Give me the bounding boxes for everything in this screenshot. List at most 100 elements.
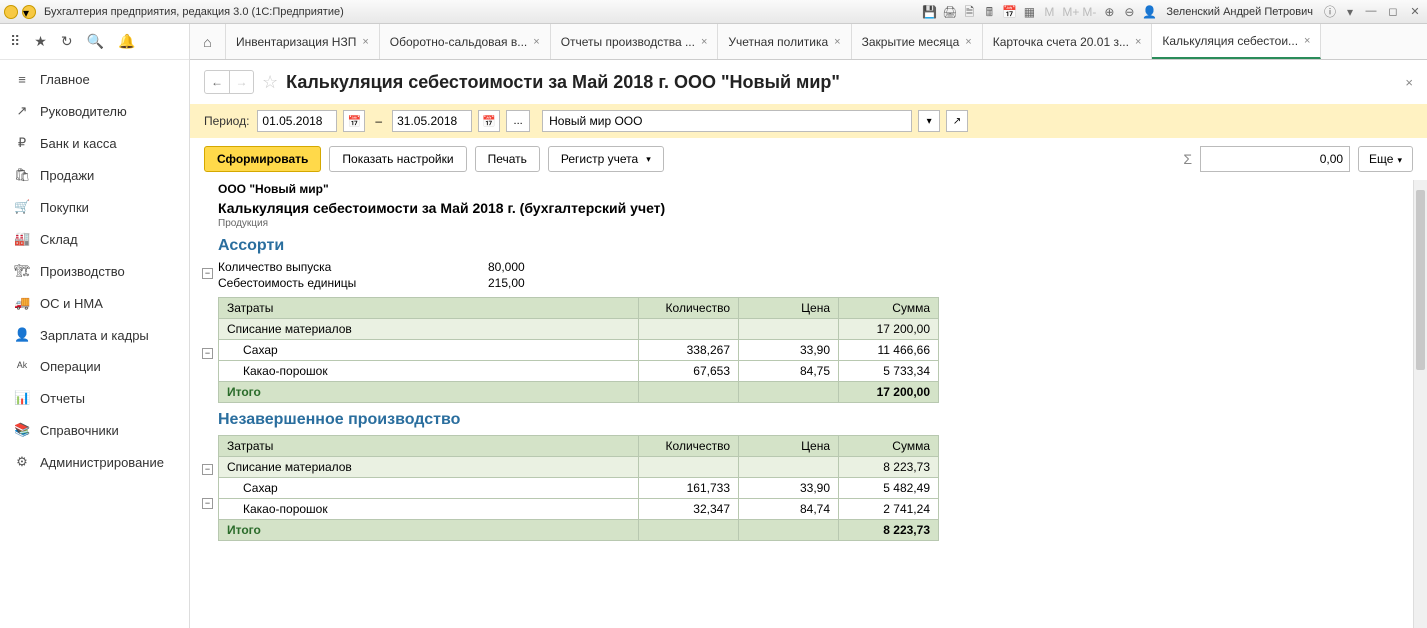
kv-value: 215,00 xyxy=(488,276,568,290)
grid-icon[interactable]: ▦ xyxy=(1022,5,1036,19)
period-picker-button[interactable]: ... xyxy=(506,110,530,132)
table-total-row: Итого8 223,73 xyxy=(219,520,939,541)
nav-icon: 🛒 xyxy=(14,199,30,215)
scroll-thumb[interactable] xyxy=(1416,190,1425,370)
scrollbar-vertical[interactable] xyxy=(1413,180,1427,628)
nav-label: ОС и НМА xyxy=(40,296,103,311)
history-icon[interactable]: ↻ xyxy=(61,33,73,50)
dropdown-icon[interactable]: ▾ xyxy=(22,5,36,19)
user-name[interactable]: Зеленский Андрей Петрович xyxy=(1166,6,1313,18)
print-icon[interactable]: 🖨 xyxy=(942,5,956,19)
window-titlebar: ▾ Бухгалтерия предприятия, редакция 3.0 … xyxy=(0,0,1427,24)
star-icon[interactable]: ★ xyxy=(34,33,47,50)
back-button[interactable]: ← xyxy=(205,71,229,93)
close-button[interactable]: ✕ xyxy=(1407,5,1423,19)
m-minus-icon[interactable]: M- xyxy=(1082,5,1096,19)
tree-toggle[interactable]: − xyxy=(202,348,213,359)
tab-6[interactable]: Калькуляция себестои... × xyxy=(1152,24,1321,59)
cost-table: ЗатратыКоличествоЦенаСумма Списание мате… xyxy=(218,297,939,403)
tab-close-icon[interactable]: × xyxy=(834,36,840,48)
home-tab[interactable]: ⌂ xyxy=(190,24,226,59)
tab-3[interactable]: Учетная политика× xyxy=(718,24,851,59)
nav-arrows: ← → xyxy=(204,70,254,94)
favorite-icon[interactable]: ☆ xyxy=(262,72,278,93)
tree-toggle[interactable]: − xyxy=(202,268,213,279)
nav-item-5[interactable]: 🏭Склад xyxy=(0,223,189,255)
tab-close-icon[interactable]: × xyxy=(701,36,707,48)
nav-item-9[interactable]: ᴬᵏОперации xyxy=(0,351,189,382)
tree-toggle[interactable]: − xyxy=(202,498,213,509)
table-group-row[interactable]: Списание материалов8 223,73 xyxy=(219,457,939,478)
dash: – xyxy=(375,114,382,128)
table-row[interactable]: Сахар161,73333,905 482,49 xyxy=(219,478,939,499)
nav-item-6[interactable]: 🏗Производство xyxy=(0,255,189,287)
nav-label: Справочники xyxy=(40,423,119,438)
nav-item-8[interactable]: 👤Зарплата и кадры xyxy=(0,319,189,351)
save-icon[interactable]: 💾 xyxy=(922,5,936,19)
tab-2[interactable]: Отчеты производства ...× xyxy=(551,24,719,59)
tab-5[interactable]: Карточка счета 20.01 з...× xyxy=(983,24,1153,59)
apps-icon[interactable]: ⠿ xyxy=(10,33,20,50)
search-icon[interactable]: 🔍 xyxy=(87,33,104,50)
minimize-button[interactable]: — xyxy=(1363,5,1379,19)
table-row[interactable]: Какао-порошок67,65384,755 733,34 xyxy=(219,361,939,382)
org-open-button[interactable]: ↗ xyxy=(946,110,968,132)
calendar-to-button[interactable]: 📅 xyxy=(478,110,500,132)
doc-close-button[interactable]: × xyxy=(1405,75,1413,90)
register-button[interactable]: Регистр учета xyxy=(548,146,664,172)
more-button[interactable]: Еще xyxy=(1358,146,1413,172)
date-to-input[interactable] xyxy=(392,110,472,132)
org-dropdown-button[interactable]: ▾ xyxy=(918,110,940,132)
tab-4[interactable]: Закрытие месяца× xyxy=(852,24,983,59)
date-from-input[interactable] xyxy=(257,110,337,132)
tab-label: Калькуляция себестои... xyxy=(1162,34,1298,48)
table-group-row[interactable]: Списание материалов17 200,00 xyxy=(219,319,939,340)
form-button[interactable]: Сформировать xyxy=(204,146,321,172)
bell-icon[interactable]: 🔔 xyxy=(118,33,135,50)
show-settings-button[interactable]: Показать настройки xyxy=(329,146,466,172)
print-button[interactable]: Печать xyxy=(475,146,540,172)
org-input[interactable] xyxy=(542,110,912,132)
m-icon[interactable]: M xyxy=(1042,5,1056,19)
tab-close-icon[interactable]: × xyxy=(533,36,539,48)
tab-close-icon[interactable]: × xyxy=(965,36,971,48)
calendar-icon[interactable]: 📅 xyxy=(1002,5,1016,19)
nav-item-0[interactable]: ≡Главное xyxy=(0,64,189,95)
nav-item-12[interactable]: ⚙Администрирование xyxy=(0,446,189,478)
nav-item-3[interactable]: 🛍Продажи xyxy=(0,159,189,191)
tab-close-icon[interactable]: × xyxy=(1304,35,1310,47)
kv-label: Количество выпуска xyxy=(218,260,488,274)
nav-icon: 📚 xyxy=(14,422,30,438)
nav-item-4[interactable]: 🛒Покупки xyxy=(0,191,189,223)
tree-toggle[interactable]: − xyxy=(202,464,213,475)
nav-item-11[interactable]: 📚 Справочники xyxy=(0,414,189,446)
dropdown-small-icon[interactable]: ▾ xyxy=(1343,5,1357,19)
calc-icon[interactable]: 🖩 xyxy=(982,5,996,19)
nav-item-2[interactable]: ₽Банк и касса xyxy=(0,127,189,159)
m-plus-icon[interactable]: M+ xyxy=(1062,5,1076,19)
tab-1[interactable]: Оборотно-сальдовая в...× xyxy=(380,24,551,59)
sum-input[interactable] xyxy=(1200,146,1350,172)
compare-icon[interactable]: 🗎 xyxy=(962,5,976,19)
nav-icon: 📊 xyxy=(14,390,30,406)
nav-item-1[interactable]: ↗Руководителю xyxy=(0,95,189,127)
info-icon[interactable]: ⓘ xyxy=(1323,5,1337,19)
tab-close-icon[interactable]: × xyxy=(362,36,368,48)
tab-0[interactable]: Инвентаризация НЗП× xyxy=(226,24,380,59)
table-row[interactable]: Какао-порошок32,34784,742 741,24 xyxy=(219,499,939,520)
nav-item-10[interactable]: 📊Отчеты xyxy=(0,382,189,414)
nav-list: ≡Главное↗Руководителю₽Банк и касса🛍Прода… xyxy=(0,60,189,482)
th-price: Цена xyxy=(739,298,839,319)
tab-close-icon[interactable]: × xyxy=(1135,36,1141,48)
zoom-in-icon[interactable]: ⊕ xyxy=(1102,5,1116,19)
calendar-from-button[interactable]: 📅 xyxy=(343,110,365,132)
sidebar-tools: ⠿ ★ ↻ 🔍 🔔 xyxy=(0,24,189,60)
forward-button[interactable]: → xyxy=(229,71,253,93)
zoom-out-icon[interactable]: ⊖ xyxy=(1122,5,1136,19)
report-title: Калькуляция себестоимости за Май 2018 г.… xyxy=(218,198,1413,218)
table-row[interactable]: Сахар338,26733,9011 466,66 xyxy=(219,340,939,361)
maximize-button[interactable]: ◻ xyxy=(1385,5,1401,19)
nav-item-7[interactable]: 🚚ОС и НМА xyxy=(0,287,189,319)
section-heading: Ассорти xyxy=(218,237,1413,255)
nav-icon: 🏭 xyxy=(14,231,30,247)
